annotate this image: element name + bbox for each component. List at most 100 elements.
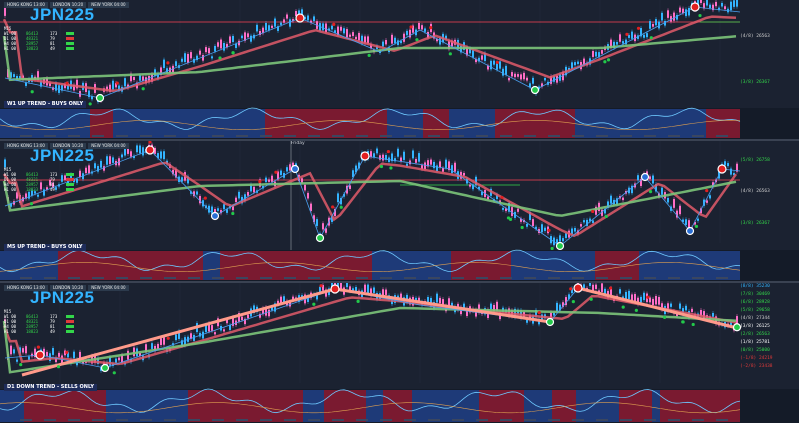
indicator-band bbox=[58, 251, 101, 280]
time-axis-tick bbox=[116, 135, 128, 137]
chart-panel-w1[interactable]: HONG KONG 13:00 LONDON 10:20 NEW YORK 04… bbox=[0, 0, 799, 139]
swing-high-marker bbox=[360, 151, 370, 161]
time-axis-tick bbox=[356, 277, 368, 279]
candle-body bbox=[520, 74, 522, 80]
murrey-level: (-2/8) 23438 bbox=[740, 364, 773, 369]
candle-body bbox=[385, 39, 387, 45]
candle-body bbox=[685, 305, 687, 311]
tf-status-indicator bbox=[66, 178, 74, 181]
time-axis-tick bbox=[260, 135, 272, 137]
signal-dot bbox=[203, 196, 207, 200]
candle-body bbox=[601, 50, 603, 54]
candle-body bbox=[454, 162, 456, 172]
candle-body bbox=[637, 175, 639, 181]
candle-body bbox=[289, 19, 291, 27]
signal-dot bbox=[429, 25, 433, 30]
candle-body bbox=[436, 165, 438, 172]
tf-status-indicator bbox=[66, 188, 74, 191]
candle-body bbox=[352, 32, 354, 37]
swing-low-marker bbox=[555, 241, 565, 251]
indicator-band bbox=[324, 390, 366, 422]
time-axis-tick bbox=[476, 419, 488, 421]
candle-body bbox=[142, 147, 144, 156]
indicator-band bbox=[534, 251, 558, 280]
time-axis-tick bbox=[308, 419, 320, 421]
candle-body bbox=[118, 357, 120, 361]
candle-body bbox=[331, 25, 333, 30]
indicator-band bbox=[732, 109, 740, 138]
indicator-band bbox=[188, 390, 214, 422]
candle-body bbox=[706, 200, 708, 203]
signal-dot bbox=[500, 195, 504, 200]
candle-body bbox=[217, 208, 219, 211]
candle-body bbox=[223, 329, 225, 332]
signal-dot bbox=[495, 60, 499, 64]
chart-panel-d1[interactable]: HONG KONG 13:00 LONDON 10:20 NEW YORK 04… bbox=[0, 283, 799, 423]
candle-body bbox=[679, 205, 681, 215]
signal-dot bbox=[115, 81, 119, 85]
murrey-level: (4/8) 26563 bbox=[740, 189, 770, 194]
time-axis-tick bbox=[44, 135, 56, 137]
time-axis-tick bbox=[44, 277, 56, 279]
candle-body bbox=[208, 48, 210, 54]
signal-dot bbox=[319, 284, 323, 288]
signal-dot bbox=[520, 225, 524, 230]
swing-pivot-marker bbox=[685, 226, 695, 236]
signal-dot bbox=[56, 365, 61, 369]
candle-body bbox=[508, 77, 510, 81]
candle-body bbox=[373, 153, 375, 158]
signal-dot bbox=[231, 51, 235, 55]
tf-label: H1 00 bbox=[4, 329, 17, 334]
time-axis-tick bbox=[428, 277, 440, 279]
tf-value: 18823 bbox=[26, 187, 39, 192]
candle-body bbox=[610, 195, 612, 204]
candle-body bbox=[364, 284, 366, 293]
time-axis-tick bbox=[548, 419, 560, 421]
price-chart-m5[interactable] bbox=[0, 141, 799, 281]
candle-body bbox=[439, 161, 441, 168]
time-axis-tick bbox=[428, 419, 440, 421]
indicator-band bbox=[265, 109, 303, 138]
time-axis-tick bbox=[452, 277, 464, 279]
signal-dot bbox=[36, 345, 40, 349]
candle-body bbox=[655, 19, 657, 26]
candle-body bbox=[196, 191, 198, 195]
indicator-band bbox=[244, 251, 275, 280]
signal-dot bbox=[662, 315, 667, 319]
time-axis-tick bbox=[140, 277, 152, 279]
indicator-band bbox=[179, 251, 203, 280]
candle-body bbox=[595, 51, 597, 57]
moving-average-fast bbox=[2, 161, 738, 238]
candle-body bbox=[73, 351, 75, 359]
signal-dot bbox=[648, 190, 653, 194]
candle-body bbox=[601, 283, 603, 292]
time-axis-tick bbox=[44, 419, 56, 421]
candle-body bbox=[301, 178, 303, 183]
time-axis-tick bbox=[500, 277, 512, 279]
time-axis-tick bbox=[92, 135, 104, 137]
tf-value: 18823 bbox=[26, 46, 39, 51]
time-axis-tick bbox=[716, 277, 728, 279]
candle-body bbox=[199, 50, 201, 55]
candle-body bbox=[247, 33, 249, 38]
time-axis-tick bbox=[92, 277, 104, 279]
candle-body bbox=[166, 68, 168, 73]
candle-body bbox=[409, 160, 411, 165]
signal-dot bbox=[705, 188, 709, 193]
candle-body bbox=[565, 233, 567, 239]
price-chart-d1[interactable] bbox=[0, 283, 799, 423]
candle-body bbox=[355, 36, 357, 40]
time-axis-tick bbox=[92, 419, 104, 421]
time-axis-tick bbox=[668, 419, 680, 421]
candle-body bbox=[205, 47, 207, 53]
candle-body bbox=[415, 158, 417, 163]
time-axis-tick bbox=[596, 277, 608, 279]
price-chart-w1[interactable] bbox=[0, 0, 799, 139]
candle-body bbox=[109, 156, 111, 165]
time-axis-tick bbox=[620, 135, 632, 137]
signal-dot bbox=[367, 53, 371, 57]
tf-count: 49 bbox=[50, 46, 55, 51]
time-axis-tick bbox=[500, 135, 512, 137]
chart-panel-m5[interactable]: HONG KONG 13:00 LONDON 10:20 NEW YORK 04… bbox=[0, 141, 799, 281]
time-axis-tick bbox=[260, 277, 272, 279]
